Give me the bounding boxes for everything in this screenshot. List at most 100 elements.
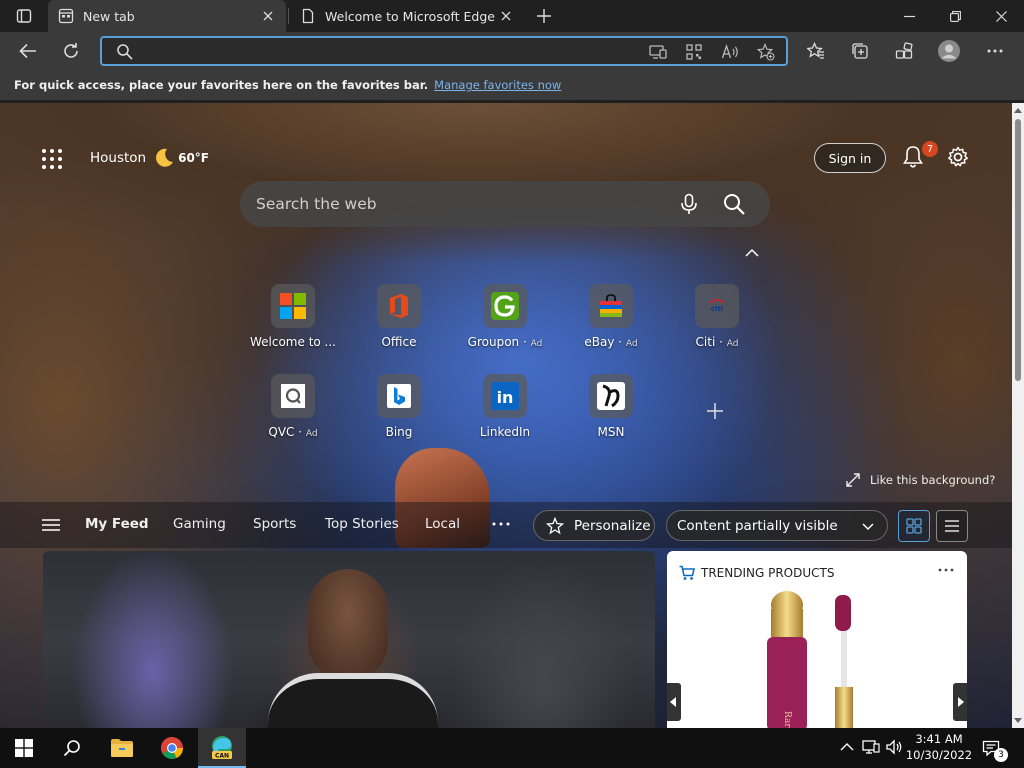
taskbar: CAN 3:41 AM 10/30/2022 3	[0, 728, 1024, 768]
quick-link-qvc[interactable]: QVC · Ad	[245, 374, 341, 454]
read-aloud-button[interactable]	[720, 42, 740, 62]
sign-in-button[interactable]: Sign in	[814, 143, 886, 173]
quick-link-label: Office	[381, 335, 417, 349]
profile-button[interactable]	[934, 36, 964, 66]
quick-link-bing[interactable]: Bing	[351, 374, 447, 454]
taskbar-search-button[interactable]	[48, 728, 96, 768]
collections-icon	[852, 43, 868, 59]
quick-link-label: Groupon · Ad	[467, 335, 543, 349]
weather-city: Houston	[90, 150, 147, 166]
trending-products-card[interactable]: TRENDING PRODUCTS Rare B	[667, 551, 967, 728]
manage-favorites-link[interactable]: Manage favorites now	[434, 78, 561, 92]
edge-canary-button[interactable]: CAN	[198, 728, 246, 768]
tile-icon-box	[271, 374, 315, 418]
minimize-button[interactable]	[886, 0, 932, 32]
edge-canary-badge-text: CAN	[215, 753, 229, 760]
scroll-up-arrow-icon[interactable]	[1014, 107, 1022, 115]
address-input[interactable]	[138, 41, 638, 61]
quick-link-groupon[interactable]: Groupon · Ad	[457, 284, 553, 364]
file-explorer-button[interactable]	[98, 728, 146, 768]
collapse-quick-links-chevron-icon[interactable]	[742, 243, 762, 263]
refresh-button[interactable]	[56, 36, 86, 66]
close-window-button[interactable]	[978, 0, 1024, 32]
system-clock[interactable]: 3:41 AM 10/30/2022	[904, 731, 974, 763]
page-scrollbar[interactable]	[1012, 103, 1024, 728]
windows-logo-icon	[15, 739, 33, 757]
feed-tab-local[interactable]: Local	[425, 516, 460, 532]
moon-icon	[156, 148, 174, 167]
personalize-button[interactable]: Personalize	[533, 510, 655, 541]
collections-button[interactable]	[845, 36, 875, 66]
quick-link-ebay[interactable]: eBay · Ad	[563, 284, 659, 364]
trending-products-header: TRENDING PRODUCTS	[679, 565, 834, 581]
groupon-logo-icon	[491, 292, 519, 320]
chevron-left-icon	[670, 697, 676, 707]
close-tab-button[interactable]	[260, 8, 276, 24]
more-horizontal-icon[interactable]	[937, 563, 955, 577]
search-icon[interactable]	[722, 192, 746, 216]
volume-icon[interactable]	[885, 738, 903, 756]
network-icon[interactable]	[862, 738, 880, 756]
feed-tab-gaming[interactable]: Gaming	[173, 516, 226, 532]
carousel-previous-button[interactable]	[667, 683, 681, 721]
grid-layout-button[interactable]	[898, 510, 930, 542]
app-launcher-button[interactable]	[40, 147, 64, 171]
web-search-box[interactable]	[240, 181, 770, 227]
app-available-button[interactable]	[648, 42, 668, 62]
tab-actions-button[interactable]	[8, 4, 40, 28]
quick-link-welcome[interactable]: Welcome to ...	[245, 284, 341, 364]
add-quick-link-plus-icon[interactable]	[700, 396, 730, 426]
favorites-bar-message: For quick access, place your favorites h…	[14, 78, 429, 92]
back-button[interactable]	[13, 36, 43, 66]
title-bar: New tab Welcome to Microsoft Edge Canary	[0, 0, 1024, 32]
tab-welcome[interactable]: Welcome to Microsoft Edge Canary	[290, 0, 524, 32]
news-card-hero[interactable]	[43, 551, 655, 728]
quick-link-msn[interactable]: MSN	[563, 374, 659, 454]
bing-logo-icon	[387, 384, 411, 408]
start-button[interactable]	[0, 728, 48, 768]
feed-tab-sports[interactable]: Sports	[253, 516, 296, 532]
extensions-button[interactable]	[889, 36, 919, 66]
list-layout-button[interactable]	[936, 510, 968, 542]
feed-tab-my-feed[interactable]: My Feed	[85, 516, 149, 532]
add-favorite-button[interactable]	[756, 42, 776, 62]
show-hidden-icons-chevron-icon[interactable]	[838, 738, 856, 756]
ebay-shopping-bag-icon	[600, 294, 622, 317]
microphone-icon[interactable]	[678, 193, 700, 215]
scroll-down-arrow-icon[interactable]	[1014, 716, 1022, 724]
app-launcher-grid-icon	[42, 149, 62, 169]
page-settings-button[interactable]	[946, 145, 970, 169]
new-tab-page-icon	[58, 8, 74, 24]
favorites-button[interactable]	[801, 36, 831, 66]
chrome-button[interactable]	[148, 728, 196, 768]
qr-code-button[interactable]	[684, 42, 704, 62]
address-bar[interactable]	[100, 36, 788, 66]
scrollbar-thumb[interactable]	[1015, 119, 1021, 381]
carousel-next-button[interactable]	[953, 683, 967, 721]
toolbar	[0, 32, 1024, 70]
close-icon	[995, 10, 1007, 22]
quick-link-office[interactable]: Office	[351, 284, 447, 364]
linkedin-logo-icon: in	[491, 382, 519, 410]
msn-logo-icon	[597, 382, 625, 410]
more-horizontal-icon[interactable]	[490, 514, 512, 534]
tab-new-tab[interactable]: New tab	[48, 0, 286, 32]
like-background-button[interactable]: Like this background?	[846, 473, 995, 487]
close-icon	[501, 11, 511, 21]
shopping-cart-icon	[679, 565, 695, 580]
web-search-input[interactable]	[256, 193, 656, 215]
feed-tab-top-stories[interactable]: Top Stories	[325, 516, 399, 532]
settings-and-more-button[interactable]	[980, 36, 1010, 66]
close-tab-button[interactable]	[498, 8, 514, 24]
new-tab-button[interactable]	[531, 4, 557, 28]
restore-button[interactable]	[932, 0, 978, 32]
quick-link-label: QVC · Ad	[268, 425, 318, 439]
hamburger-menu-icon[interactable]	[40, 516, 62, 534]
new-tab-page: Houston 60°F Sign in 7 Welcome to ... Of…	[0, 103, 1012, 728]
content-visibility-dropdown[interactable]: Content partially visible	[666, 510, 888, 541]
weather-widget[interactable]: Houston 60°F	[90, 147, 209, 169]
chrome-logo-icon	[161, 737, 183, 759]
quick-link-citi[interactable]: citi Citi · Ad	[669, 284, 765, 364]
quick-link-linkedin[interactable]: in LinkedIn	[457, 374, 553, 454]
read-aloud-icon	[721, 44, 738, 59]
